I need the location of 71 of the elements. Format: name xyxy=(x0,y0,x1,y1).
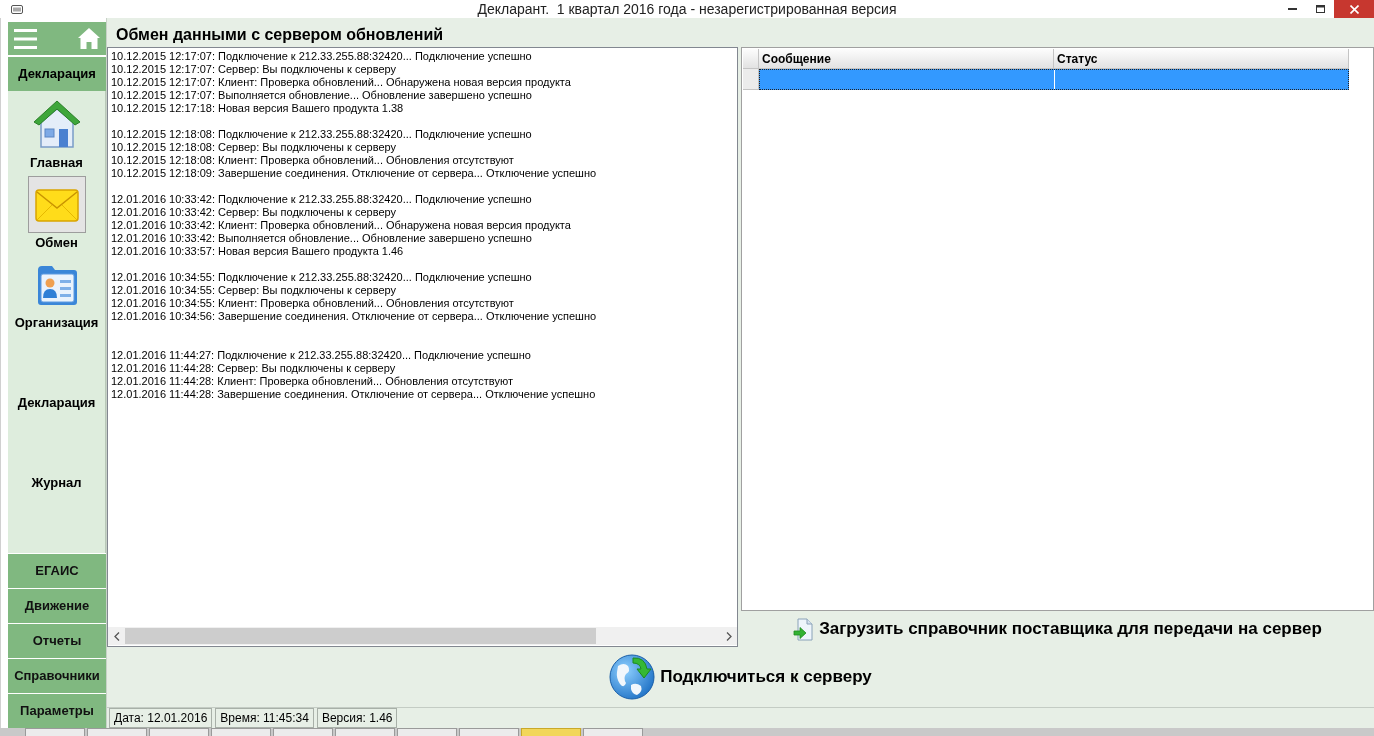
house-icon xyxy=(32,99,81,150)
close-icon xyxy=(1349,4,1359,14)
log-line: 12.01.2016 11:44:28: Сервер: Вы подключены к серверу xyxy=(111,362,396,375)
taskbar-button[interactable] xyxy=(397,728,457,736)
page-title: Обмен данными с сервером обновлений xyxy=(116,24,444,45)
header-corner xyxy=(743,49,759,69)
log-line: 12.01.2016 10:34:55: Клиент: Проверка обновлений... Обновления отсутствуют xyxy=(111,297,514,310)
taskbar-button[interactable] xyxy=(25,728,85,736)
log-line: 10.12.2015 12:18:08: Клиент: Проверка обновлений... Обновления отсутствуют xyxy=(111,154,514,167)
horizontal-scrollbar[interactable] xyxy=(108,627,737,645)
home-button[interactable] xyxy=(76,25,102,52)
status-bar-panel: Время: 11:45:34 xyxy=(215,708,314,728)
maximize-icon xyxy=(1315,5,1325,13)
log-line: 10.12.2015 12:17:07: Клиент: Проверка обновлений... Обнаружена новая версия продукта xyxy=(111,76,571,89)
log-line: 10.12.2015 12:17:18: Новая версия Вашего продукта 1.38 xyxy=(111,102,404,115)
log-line: 10.12.2015 12:17:07: Подключение к 212.33.255.88:32420... Подключение успешно xyxy=(111,50,532,63)
taskbar-button[interactable] xyxy=(149,728,209,736)
window-title: Декларант. 1 квартал 2016 года - незарегистрированная версия xyxy=(477,0,897,18)
log-line: 12.01.2016 10:33:42: Сервер: Вы подключены к серверу xyxy=(111,206,397,219)
log-line: 10.12.2015 12:18:09: Завершение соединения. Отключение от сервера... Отключение успешно xyxy=(111,167,597,180)
scrollbar-thumb[interactable] xyxy=(125,628,596,644)
sidebar-item[interactable]: Организация xyxy=(8,253,105,333)
taskbar-button[interactable] xyxy=(521,728,581,736)
sidebar-item[interactable]: Обмен xyxy=(8,173,105,253)
log-line: 12.01.2016 11:44:27: Подключение к 212.33.255.88:32420... Подключение успешно xyxy=(111,349,531,362)
log-line: 12.01.2016 10:34:56: Завершение соединения. Отключение от сервера... Отключение успешно xyxy=(111,310,597,323)
row-header[interactable] xyxy=(743,69,759,90)
log-line: 12.01.2016 11:44:28: Завершение соединения. Отключение от сервера... Отключение успешно xyxy=(111,388,596,401)
envelope-icon xyxy=(34,186,79,223)
log-line: 10.12.2015 12:18:08: Подключение к 212.33.255.88:32420... Подключение успешно xyxy=(111,128,532,141)
chevron-right-icon xyxy=(725,631,732,641)
sidebar-section-button[interactable]: ЕГАИС xyxy=(8,553,106,588)
sidebar-section-button[interactable]: Справочники xyxy=(8,658,106,693)
status-bar-panel: Дата: 12.01.2016 xyxy=(109,708,213,728)
status-bar-panel: Версия: 1.46 xyxy=(316,708,398,728)
taskbar-button[interactable] xyxy=(335,728,395,736)
sidebar-item[interactable]: Декларация xyxy=(8,333,105,413)
connect-to-server-button[interactable]: Подключиться к серверу xyxy=(609,654,872,700)
taskbar-button[interactable] xyxy=(459,728,519,736)
chevron-left-icon xyxy=(113,631,120,641)
log-line: 10.12.2015 12:17:07: Выполняется обновление... Обновление завершено успешно xyxy=(111,89,532,102)
sidebar-section-header[interactable]: Декларация xyxy=(8,57,106,91)
menu-icon xyxy=(13,28,37,49)
taskbar-button[interactable] xyxy=(273,728,333,736)
log-line: 12.01.2016 10:33:42: Подключение к 212.33.255.88:32420... Подключение успешно xyxy=(111,193,532,206)
sidebar-item[interactable]: Журнал xyxy=(8,413,105,493)
taskbar-button[interactable] xyxy=(87,728,147,736)
log-line: 10.12.2015 12:17:07: Сервер: Вы подключены к серверу xyxy=(111,63,397,76)
upload-supplier-directory-button[interactable]: Загрузить справочник поставщика для передачи на сервер xyxy=(741,611,1374,647)
taskbar-button[interactable] xyxy=(583,728,643,736)
column-header[interactable]: Статус xyxy=(1054,49,1349,69)
log-line: 12.01.2016 10:34:55: Сервер: Вы подключены к серверу xyxy=(111,284,397,297)
table-row[interactable] xyxy=(759,69,1349,90)
log-line: 12.01.2016 10:33:57: Новая версия Вашего продукта 1.46 xyxy=(111,245,404,258)
log-line: 12.01.2016 11:44:28: Клиент: Проверка обновлений... Обновления отсутствуют xyxy=(111,375,513,388)
app-icon xyxy=(11,4,23,14)
log-line: 10.12.2015 12:18:08: Сервер: Вы подключены к серверу xyxy=(111,141,397,154)
home-icon xyxy=(77,27,101,50)
sidebar-section-button[interactable]: Отчеты xyxy=(8,623,106,658)
sidebar-section-button[interactable]: Параметры xyxy=(8,693,106,728)
sidebar-section-button[interactable]: Движение xyxy=(8,588,106,623)
log-line: 12.01.2016 10:33:42: Клиент: Проверка обновлений... Обнаружена новая версия продукта xyxy=(111,219,571,232)
document-arrow-icon xyxy=(793,617,814,641)
contact-card-icon xyxy=(35,263,78,306)
close-button[interactable] xyxy=(1334,0,1374,18)
taskbar-button[interactable] xyxy=(211,728,271,736)
log-line: 12.01.2016 10:33:42: Выполняется обновление... Обновление завершено успешно xyxy=(111,232,532,245)
log-line: 12.01.2016 10:34:55: Подключение к 212.33.255.88:32420... Подключение успешно xyxy=(111,271,532,284)
sidebar-item[interactable]: Главная xyxy=(8,93,105,173)
column-header[interactable]: Сообщение xyxy=(759,49,1054,69)
minimize-icon xyxy=(1287,8,1297,10)
